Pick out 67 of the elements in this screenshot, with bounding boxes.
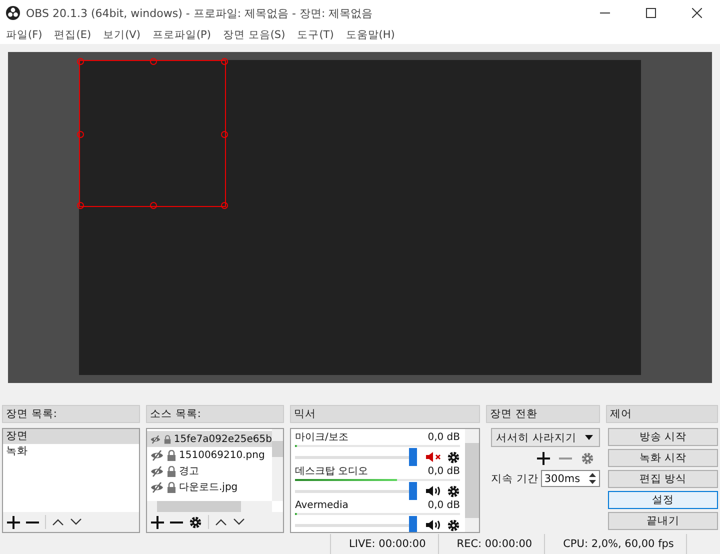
maximize-icon [646, 8, 656, 18]
dropdown-arrow-icon [585, 435, 593, 440]
visibility-icon[interactable] [150, 482, 164, 492]
control-button[interactable]: 녹화 시작 [608, 449, 718, 467]
add-icon[interactable] [537, 452, 550, 465]
add-icon[interactable] [7, 516, 20, 528]
speaker-icon[interactable] [426, 519, 442, 531]
control-button[interactable]: 설정 [608, 491, 718, 509]
source-name[interactable]: 1510069210.png [179, 448, 265, 462]
menu-item[interactable]: 도구(T) [297, 28, 334, 42]
volume-reading: 0,0 dB [428, 432, 460, 444]
settings-icon[interactable] [447, 484, 460, 498]
visibility-icon[interactable] [150, 466, 164, 476]
duration-spinbox[interactable]: 300ms [541, 470, 600, 487]
cpu-usage: CPU: 2,0%, 60,00 fps [545, 534, 687, 554]
live-timer: LIVE: 00:00:00 [331, 534, 439, 554]
source-name[interactable]: 다운로드.jpg [179, 480, 238, 494]
visibility-icon[interactable] [150, 450, 164, 460]
scene-item[interactable]: 장면 [3, 429, 139, 444]
control-button[interactable]: 끝내기 [608, 512, 718, 530]
settings-icon[interactable] [447, 518, 460, 532]
menu-item[interactable]: 도움말(H) [346, 28, 395, 42]
lock-icon[interactable] [167, 466, 176, 476]
dock-title: 믹서 [290, 405, 480, 423]
move-up-icon[interactable] [52, 518, 64, 526]
volume-slider[interactable] [295, 516, 417, 532]
scene-item[interactable]: 녹화 [3, 444, 139, 459]
menu-item[interactable]: 프로파일(P) [152, 28, 211, 42]
lock-icon[interactable] [167, 450, 176, 460]
dock-title: 장면 전환 [486, 405, 600, 423]
horizontal-scrollbar[interactable] [147, 501, 272, 512]
menu-item[interactable]: 장면 모음(S) [222, 28, 286, 42]
control-button[interactable]: 방송 시작 [608, 428, 718, 446]
move-up-icon[interactable] [215, 518, 227, 526]
volume-reading: 0,0 dB [428, 466, 460, 478]
window-title: OBS 20.1.3 (64bit, windows) - 프로파일: 제목없음 - 장면: 제목없음 [26, 6, 373, 20]
source-name[interactable]: 경고 [179, 464, 199, 478]
speaker-icon[interactable] [426, 485, 442, 497]
dock-title: 장면 목록: [2, 405, 140, 423]
settings-icon[interactable] [447, 450, 460, 464]
close-icon [692, 8, 702, 18]
settings-icon[interactable] [189, 516, 202, 528]
add-icon[interactable] [151, 516, 164, 528]
menu-item[interactable]: 파일(F) [6, 28, 42, 42]
app-logo-icon [6, 6, 20, 20]
move-down-icon[interactable] [70, 518, 82, 526]
lock-icon[interactable] [164, 434, 171, 444]
control-button[interactable]: 편집 방식 [608, 470, 718, 488]
menu-item[interactable]: 보기(V) [103, 28, 140, 42]
dock-title: 소스 목록: [146, 405, 284, 423]
visibility-icon[interactable] [150, 434, 161, 444]
channel-name: Avermedia [295, 500, 348, 512]
dock-title: 제어 [606, 405, 718, 423]
selection-box[interactable] [79, 60, 226, 207]
spin-arrows-icon[interactable] [588, 472, 597, 485]
transition-dropdown[interactable]: 서서히 사라지기 [491, 428, 600, 447]
scrollbar[interactable] [272, 429, 283, 501]
lock-icon[interactable] [167, 482, 176, 492]
rec-timer: REC: 00:00:00 [438, 534, 546, 554]
duration-label: 지속 기간 [491, 472, 538, 486]
volume-reading: 0,0 dB [428, 500, 460, 512]
channel-name: 데스크탑 오디오 [295, 466, 368, 478]
muted-speaker-icon[interactable] [426, 451, 442, 463]
move-down-icon[interactable] [233, 518, 245, 526]
menu-item[interactable]: 편집(E) [54, 28, 92, 42]
scrollbar[interactable] [465, 429, 479, 532]
channel-name: 마이크/보조 [295, 432, 348, 444]
